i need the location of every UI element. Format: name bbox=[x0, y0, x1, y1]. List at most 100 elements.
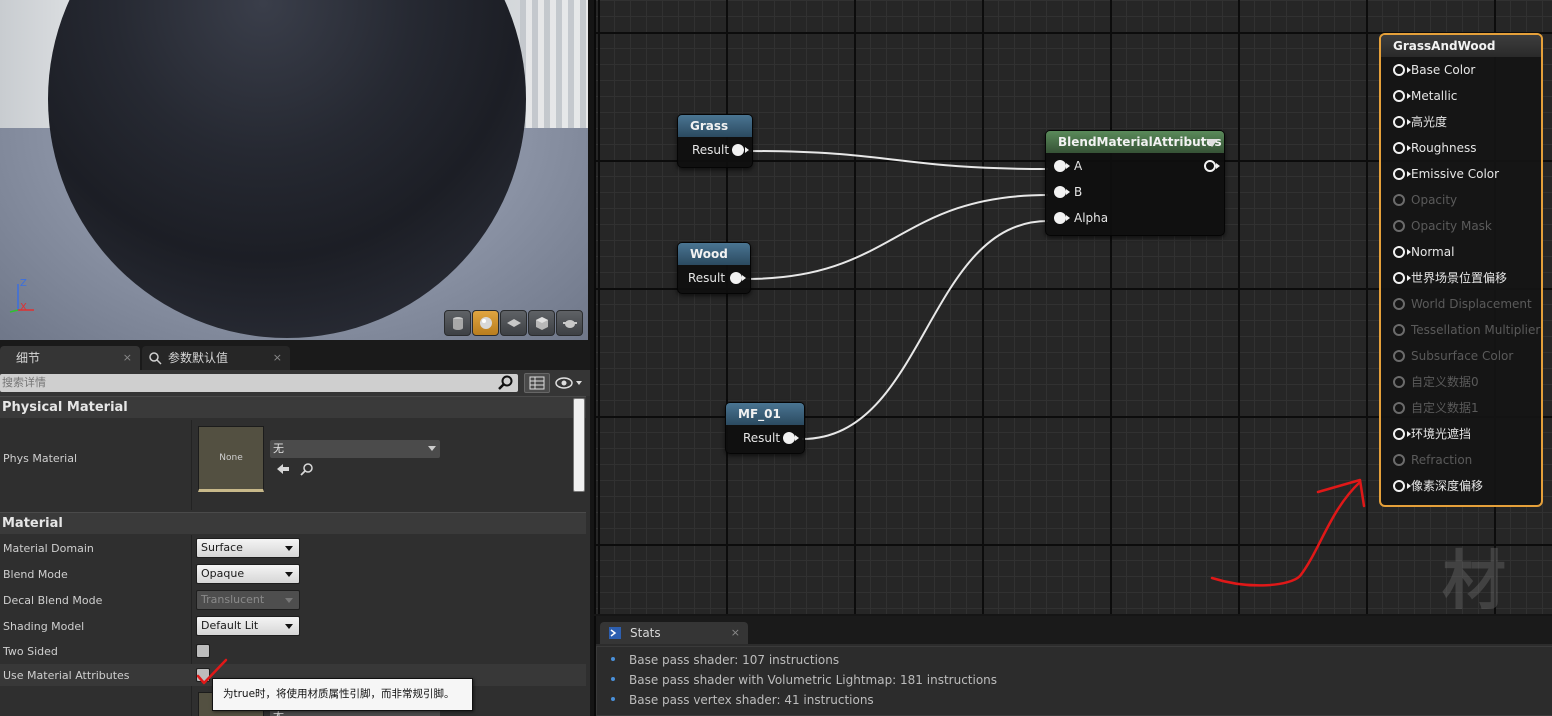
collapse-triangle-icon[interactable] bbox=[1206, 139, 1218, 147]
node-blend-material-attributes[interactable]: BlendMaterialAttributes A B Alpha bbox=[1045, 130, 1225, 236]
blend-mode-combo[interactable]: Opaque bbox=[196, 564, 300, 584]
output-pin-row[interactable]: 环境光遮挡 bbox=[1381, 421, 1541, 447]
grid-icon bbox=[529, 376, 545, 390]
output-pin-row[interactable]: 像素深度偏移 bbox=[1381, 473, 1541, 499]
output-pin-row: 自定义数据1 bbox=[1381, 395, 1541, 421]
output-pin-icon bbox=[783, 432, 795, 444]
material-domain-label: Material Domain bbox=[3, 542, 94, 555]
preview-cube-button[interactable] bbox=[528, 310, 555, 336]
phys-material-thumbnail-text: None bbox=[219, 453, 243, 463]
output-pin-row: Tessellation Multiplier bbox=[1381, 317, 1541, 343]
phys-material-thumbnail[interactable]: None bbox=[198, 426, 264, 492]
stats-icon bbox=[609, 627, 621, 639]
output-pin-label: Roughness bbox=[1411, 141, 1477, 155]
output-pin-label: Opacity bbox=[1411, 193, 1458, 207]
output-pin-row: Subsurface Color bbox=[1381, 343, 1541, 369]
details-panel: 细节 × 参数默认值 × Physical Material Phys Mate… bbox=[0, 340, 590, 716]
decal-blend-mode-combo: Translucent bbox=[196, 590, 300, 610]
browse-search-icon[interactable] bbox=[300, 462, 314, 476]
material-preview-viewport[interactable]: Z X bbox=[0, 0, 588, 340]
input-pin-icon bbox=[1393, 480, 1405, 492]
use-material-attributes-checkbox[interactable] bbox=[196, 668, 210, 682]
wire-grass-to-a bbox=[747, 150, 1049, 170]
pin-arrow-icon bbox=[1407, 93, 1411, 99]
section-physical-material[interactable]: Physical Material bbox=[0, 396, 586, 418]
tooltip: 为true时，将使用材质属性引脚，而非常规引脚。 bbox=[212, 678, 473, 711]
output-pin-row[interactable]: 世界场景位置偏移 bbox=[1381, 265, 1541, 291]
output-pin-row[interactable]: 高光度 bbox=[1381, 109, 1541, 135]
node-grass-output-pin[interactable]: Result bbox=[678, 137, 752, 163]
search-globe-icon bbox=[149, 352, 162, 365]
node-blend-input-alpha[interactable]: Alpha bbox=[1046, 205, 1224, 231]
input-pin-icon bbox=[1393, 402, 1405, 414]
output-pin-row[interactable]: Metallic bbox=[1381, 83, 1541, 109]
material-domain-combo[interactable]: Surface bbox=[196, 538, 300, 558]
search-icon[interactable] bbox=[498, 375, 514, 391]
node-material-output[interactable]: GrassAndWood Base Color Metallic 高光度 Roughn… bbox=[1379, 33, 1543, 507]
input-pin-icon bbox=[1393, 324, 1405, 336]
input-pin-icon bbox=[1393, 64, 1405, 76]
preview-sphere-button[interactable] bbox=[472, 310, 499, 336]
output-pin-label: 高光度 bbox=[1411, 115, 1448, 129]
chevron-down-icon bbox=[285, 598, 293, 603]
node-blend-input-alpha-label: Alpha bbox=[1074, 211, 1109, 225]
node-grass[interactable]: Grass Result bbox=[677, 114, 753, 168]
tab-details-close-icon[interactable]: × bbox=[123, 346, 132, 370]
input-pin-icon bbox=[1393, 454, 1405, 466]
shading-model-value: Default Lit bbox=[201, 619, 259, 632]
tab-stats-close-icon[interactable]: × bbox=[731, 622, 740, 644]
output-pin-row[interactable]: Emissive Color bbox=[1381, 161, 1541, 187]
pin-arrow-icon bbox=[795, 435, 799, 441]
chevron-down-icon bbox=[285, 546, 293, 551]
preview-mesh-button[interactable] bbox=[556, 310, 583, 336]
preview-plane-button[interactable] bbox=[500, 310, 527, 336]
phys-material-combo[interactable]: 无 bbox=[270, 440, 440, 458]
pin-arrow-icon bbox=[1407, 275, 1411, 281]
use-material-attributes-label: Use Material Attributes bbox=[3, 669, 130, 682]
output-pin-label: 自定义数据1 bbox=[1411, 401, 1479, 415]
use-selected-arrow-icon[interactable] bbox=[276, 462, 290, 476]
shading-model-combo[interactable]: Default Lit bbox=[196, 616, 300, 636]
section-material[interactable]: Material bbox=[0, 512, 586, 534]
tab-parameter-defaults-label: 参数默认值 bbox=[168, 351, 229, 365]
pin-arrow-icon bbox=[1407, 171, 1411, 177]
tab-details[interactable]: 细节 × bbox=[0, 346, 140, 370]
node-blend-input-b[interactable]: B bbox=[1046, 179, 1224, 205]
output-pin-row[interactable]: Roughness bbox=[1381, 135, 1541, 161]
pin-arrow-icon bbox=[1407, 483, 1411, 489]
tab-stats[interactable]: Stats × bbox=[600, 622, 748, 644]
input-pin-icon bbox=[1054, 186, 1066, 198]
node-wood-output-pin[interactable]: Result bbox=[678, 265, 750, 291]
property-matrix-button[interactable] bbox=[524, 373, 550, 393]
tab-parameter-defaults-close-icon[interactable]: × bbox=[273, 346, 282, 370]
output-pin-icon bbox=[732, 144, 744, 156]
view-options-eye-icon[interactable] bbox=[554, 374, 584, 392]
details-search-input[interactable] bbox=[0, 374, 518, 392]
phys-material-label: Phys Material bbox=[3, 452, 78, 465]
axis-label-z: Z bbox=[20, 278, 27, 289]
output-pin-icon[interactable] bbox=[1204, 160, 1216, 172]
node-mf01-output-pin[interactable]: Result bbox=[726, 425, 804, 451]
details-scrollbar[interactable] bbox=[573, 398, 585, 492]
output-pin-row: Opacity bbox=[1381, 187, 1541, 213]
decal-blend-mode-value: Translucent bbox=[201, 593, 265, 606]
plane-icon bbox=[506, 319, 521, 327]
column-divider bbox=[191, 535, 192, 716]
node-wood[interactable]: Wood Result bbox=[677, 242, 751, 294]
background-building-windows bbox=[520, 0, 588, 130]
two-sided-checkbox[interactable] bbox=[196, 644, 210, 658]
output-pin-row[interactable]: Base Color bbox=[1381, 57, 1541, 83]
output-pin-label: 自定义数据0 bbox=[1411, 375, 1479, 389]
input-pin-icon bbox=[1393, 90, 1405, 102]
output-pin-label: 环境光遮挡 bbox=[1411, 427, 1472, 441]
node-mf01[interactable]: MF_01 Result bbox=[725, 402, 805, 454]
output-pin-label: World Displacement bbox=[1411, 297, 1532, 311]
tab-parameter-defaults[interactable]: 参数默认值 × bbox=[142, 346, 290, 370]
node-blend-input-a[interactable]: A bbox=[1046, 153, 1224, 179]
pin-arrow-icon bbox=[1066, 215, 1070, 221]
preview-cylinder-button[interactable] bbox=[444, 310, 471, 336]
two-sided-label: Two Sided bbox=[3, 645, 58, 658]
output-pin-row[interactable]: Normal bbox=[1381, 239, 1541, 265]
input-pin-icon bbox=[1054, 160, 1066, 172]
output-pin-label: Metallic bbox=[1411, 89, 1458, 103]
